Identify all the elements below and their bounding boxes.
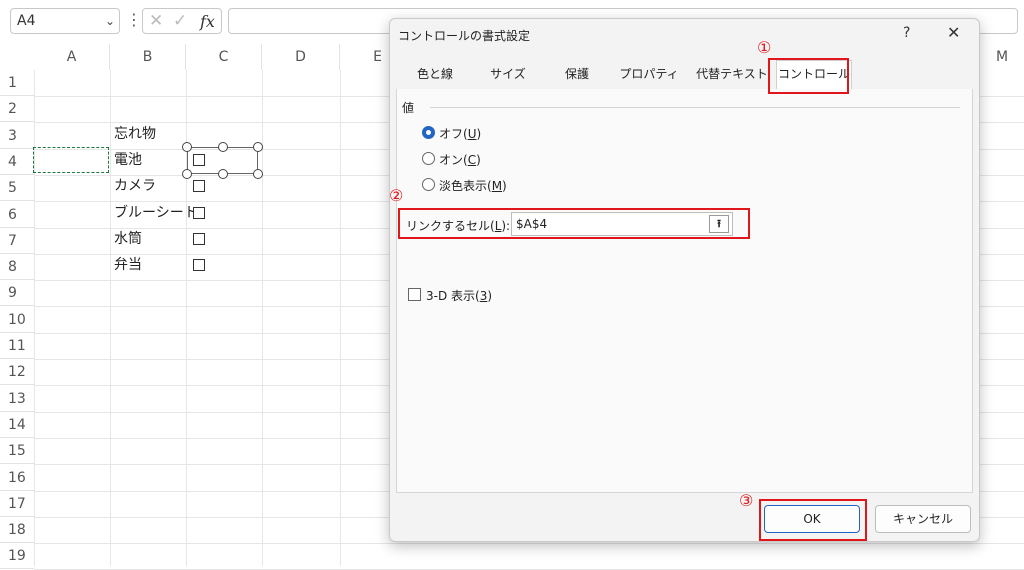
close-icon[interactable]: ✕ <box>947 23 960 42</box>
help-icon[interactable]: ? <box>903 25 910 41</box>
row-header-14[interactable]: 14 <box>0 412 34 438</box>
resize-handle[interactable] <box>182 142 192 152</box>
radio-checked[interactable] <box>422 152 435 165</box>
tab-alt-text[interactable]: 代替テキスト <box>690 61 774 88</box>
row-header-7[interactable]: 7 <box>0 228 34 254</box>
cell-b5[interactable]: カメラ <box>110 173 156 199</box>
tab-protection[interactable]: 保護 <box>546 61 608 88</box>
cell-b7[interactable]: 水筒 <box>110 226 142 252</box>
radio-unchecked[interactable] <box>422 126 435 139</box>
radio-mixed[interactable] <box>422 178 435 191</box>
format-control-dialog: コントロールの書式設定 ? ✕ 色と線 サイズ 保護 プロパティ 代替テキスト … <box>389 18 980 542</box>
3d-shading-checkbox[interactable] <box>408 288 421 301</box>
cancel-entry-icon[interactable]: ✕ <box>149 11 163 31</box>
cell-b4[interactable]: 電池 <box>110 147 142 173</box>
row-header-1[interactable]: 1 <box>0 70 34 96</box>
resize-handle[interactable] <box>182 169 192 179</box>
value-group-label: 値 <box>402 101 415 115</box>
column-header-b[interactable]: B <box>110 44 186 70</box>
radio-checked-label: オン(C) <box>439 153 481 167</box>
column-header-m[interactable]: M <box>980 44 1024 70</box>
cancel-button[interactable]: キャンセル <box>875 505 971 533</box>
row-header-3[interactable]: 3 <box>0 123 34 149</box>
row-header-12[interactable]: 12 <box>0 359 34 386</box>
annotation-box-ok <box>759 499 867 541</box>
row-header-6[interactable]: 6 <box>0 202 34 228</box>
row-header-4[interactable]: 4 <box>0 149 34 175</box>
checkbox-camera[interactable] <box>193 180 205 192</box>
annotation-number-1: ① <box>757 38 772 57</box>
checkbox-bluesheet[interactable] <box>193 207 205 219</box>
radio-mixed-label: 淡色表示(M) <box>439 179 507 193</box>
column-header-d[interactable]: D <box>262 44 340 70</box>
checkbox-bottle[interactable] <box>193 233 205 245</box>
annotation-number-2: ② <box>389 186 404 205</box>
row-header-5[interactable]: 5 <box>0 175 34 202</box>
tab-colors-lines[interactable]: 色と線 <box>400 61 470 88</box>
annotation-box-link-cell <box>398 208 750 239</box>
name-box-value: A4 <box>17 13 36 29</box>
row-header-8[interactable]: 8 <box>0 254 34 281</box>
name-box[interactable]: A4 ⌄ <box>10 8 120 34</box>
formula-buttons: ✕ ✓ fx <box>142 8 222 34</box>
cell-b8[interactable]: 弁当 <box>110 252 142 278</box>
row-header-13[interactable]: 13 <box>0 386 34 412</box>
confirm-entry-icon[interactable]: ✓ <box>173 11 187 31</box>
annotation-box-control-tab <box>768 58 849 94</box>
insert-function-icon[interactable]: fx <box>200 12 215 31</box>
row-header-10[interactable]: 10 <box>0 307 34 333</box>
group-divider <box>430 107 960 108</box>
more-options-icon[interactable]: ⋮ <box>126 8 142 34</box>
tab-properties[interactable]: プロパティ <box>610 61 688 88</box>
row-header-15[interactable]: 15 <box>0 438 34 465</box>
resize-handle[interactable] <box>218 142 228 152</box>
tab-strip: 色と線 サイズ 保護 プロパティ 代替テキスト コントロール <box>396 60 973 90</box>
row-header-16[interactable]: 16 <box>0 465 34 491</box>
row-header-18[interactable]: 18 <box>0 517 34 544</box>
row-header-11[interactable]: 11 <box>0 333 34 359</box>
row-header-2[interactable]: 2 <box>0 96 34 123</box>
checkbox-lunch[interactable] <box>193 259 205 271</box>
column-header-a[interactable]: A <box>34 44 110 70</box>
radio-unchecked-label: オフ(U) <box>439 127 482 141</box>
resize-handle[interactable] <box>253 169 263 179</box>
row-header-17[interactable]: 17 <box>0 491 34 517</box>
resize-handle[interactable] <box>218 169 228 179</box>
active-cell-a4[interactable] <box>33 147 109 173</box>
annotation-number-3: ③ <box>739 491 754 510</box>
row-header-9[interactable]: 9 <box>0 280 34 307</box>
row-gridline <box>34 543 1024 545</box>
dialog-title: コントロールの書式設定 <box>398 29 531 43</box>
resize-handle[interactable] <box>253 142 263 152</box>
cell-b6[interactable]: ブルーシート <box>110 200 194 226</box>
3d-shading-label: 3-D 表示(3) <box>426 289 493 303</box>
cell-b3[interactable]: 忘れ物 <box>110 121 156 147</box>
chevron-down-icon[interactable]: ⌄ <box>105 9 115 33</box>
tab-size[interactable]: サイズ <box>472 61 544 88</box>
row-header-19[interactable]: 19 <box>0 543 34 570</box>
column-header-c[interactable]: C <box>186 44 262 70</box>
